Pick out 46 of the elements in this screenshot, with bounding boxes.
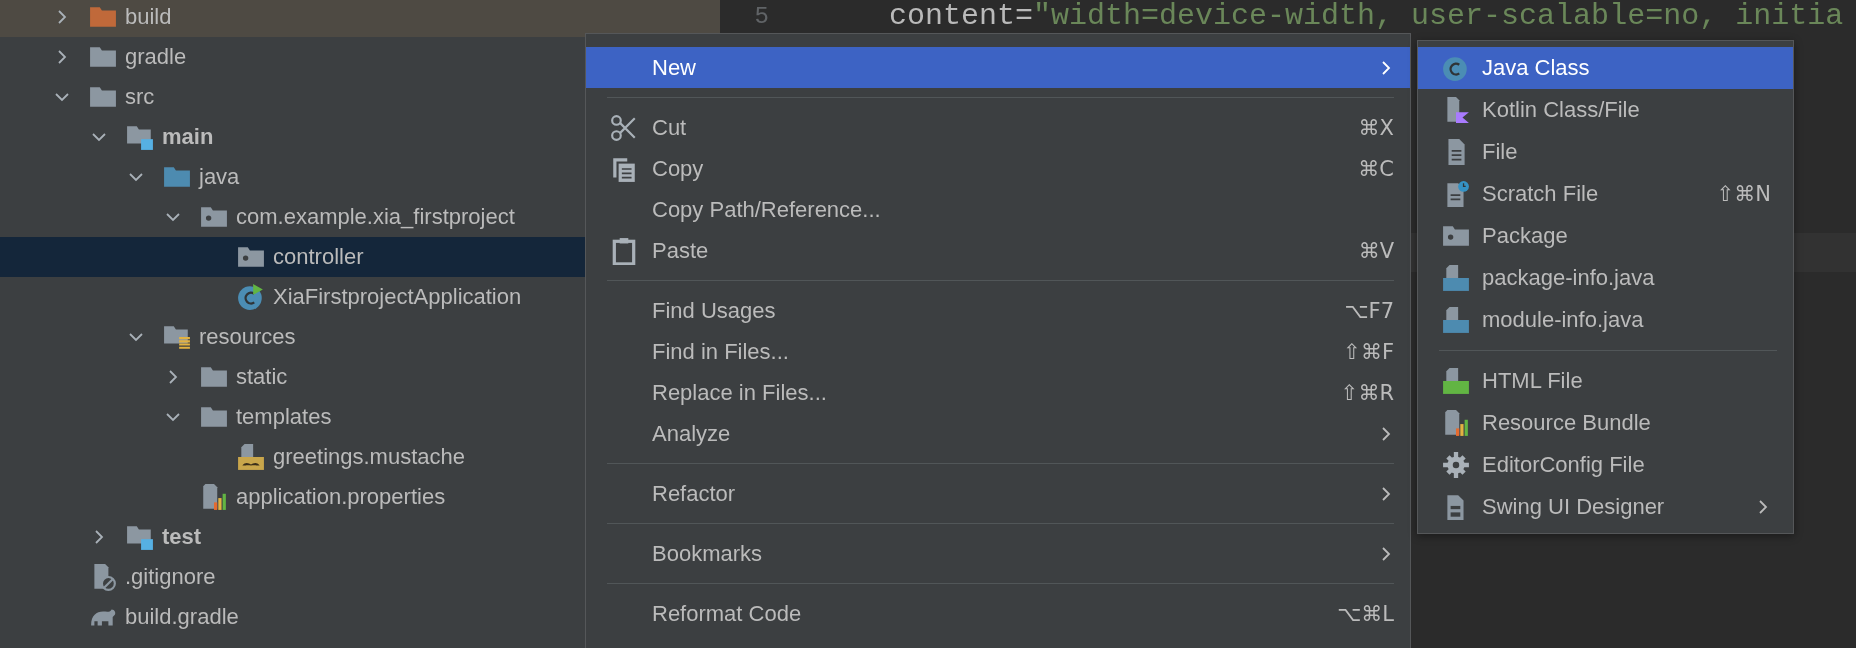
shortcut-label: ⌥F7 (1344, 298, 1394, 323)
shortcut-label: ⌘X (1358, 115, 1394, 140)
menu-item[interactable]: Find in Files... ⇧⌘F (586, 331, 1410, 372)
folder-icon (163, 323, 191, 351)
menu-item[interactable]: HTML File (1418, 360, 1793, 402)
menu-item[interactable]: package-info.java (1418, 257, 1793, 299)
menu-item[interactable]: Replace in Files... ⇧⌘R (586, 372, 1410, 413)
class-icon (1442, 54, 1470, 82)
menu-item[interactable]: Java Class (1418, 47, 1793, 89)
menu-item[interactable]: Package (1418, 215, 1793, 257)
menu-item[interactable]: Kotlin Class/File (1418, 89, 1793, 131)
menu-item[interactable]: Copy Path/Reference... (586, 189, 1410, 230)
menu-item[interactable]: Reformat Code ⌥⌘L (586, 593, 1410, 634)
menu-item[interactable]: Copy ⌘C (586, 148, 1410, 189)
class-icon (237, 283, 265, 311)
clipboard-icon (610, 236, 638, 265)
shortcut-label: ⌥⌘L (1337, 601, 1394, 626)
shortcut-label: ⇧⌘N (1716, 182, 1771, 206)
menu-item[interactable]: EditorConfig File (1418, 444, 1793, 486)
shortcut-label: ⌘C (1358, 156, 1394, 181)
menu-item[interactable]: Find Usages ⌥F7 (586, 290, 1410, 331)
shortcut-label: ⇧⌘R (1340, 380, 1394, 405)
bar-chart-file-icon (1442, 409, 1470, 437)
menu-item[interactable]: File (1418, 131, 1793, 173)
menu-item[interactable]: Bookmarks (586, 533, 1410, 574)
menu-item[interactable]: Refactor (586, 473, 1410, 514)
bar-chart-file-icon (200, 483, 228, 511)
java-file-icon (1442, 306, 1470, 334)
java-file-icon (1442, 264, 1470, 292)
html-file-icon (1442, 367, 1470, 395)
gear-icon (1442, 451, 1470, 479)
code-line: content="width=device-width, user-scalable=no, initia (889, 0, 1844, 33)
scissors-icon (610, 113, 638, 142)
folder-icon (126, 523, 154, 551)
mustache-file-icon (237, 443, 265, 471)
line-number: 5 (753, 2, 769, 30)
menu-item[interactable]: New (586, 47, 1410, 88)
folder-icon (126, 123, 154, 151)
shortcut-label: ⌘V (1358, 238, 1394, 263)
menu-item[interactable]: module-info.java (1418, 299, 1793, 341)
menu-item[interactable]: Scratch File ⇧⌘N (1418, 173, 1793, 215)
menu-item[interactable]: Resource Bundle (1418, 402, 1793, 444)
menu-item[interactable]: Analyze (586, 413, 1410, 454)
menu-item[interactable]: Swing UI Designer (1418, 486, 1793, 528)
shortcut-label: ⇧⌘F (1343, 339, 1394, 364)
tree-item[interactable]: build (0, 0, 720, 37)
